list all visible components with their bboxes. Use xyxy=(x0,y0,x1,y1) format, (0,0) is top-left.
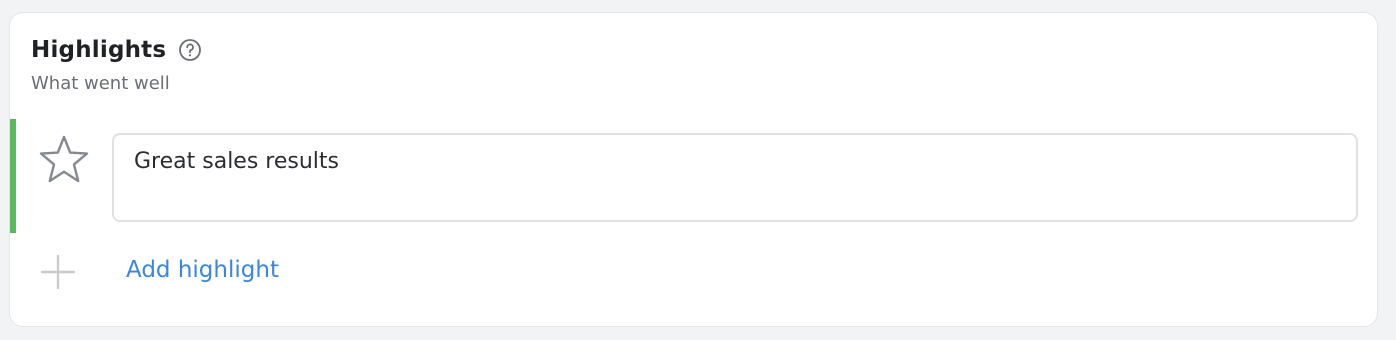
section-header: Highlights xyxy=(31,35,202,65)
highlights-card: Highlights What went well Great sales re… xyxy=(9,12,1378,327)
plus-icon[interactable] xyxy=(40,254,76,290)
highlight-text-input[interactable]: Great sales results xyxy=(112,133,1358,222)
add-highlight-link[interactable]: Add highlight xyxy=(126,257,279,283)
star-outline-icon[interactable] xyxy=(37,133,91,187)
section-title: Highlights xyxy=(31,37,167,63)
add-highlight-row: Add highlight xyxy=(10,243,1377,303)
highlight-item: Great sales results xyxy=(10,119,1377,233)
question-circle-icon[interactable] xyxy=(178,38,202,62)
highlight-accent-bar xyxy=(10,119,16,233)
section-subtitle: What went well xyxy=(31,73,170,94)
